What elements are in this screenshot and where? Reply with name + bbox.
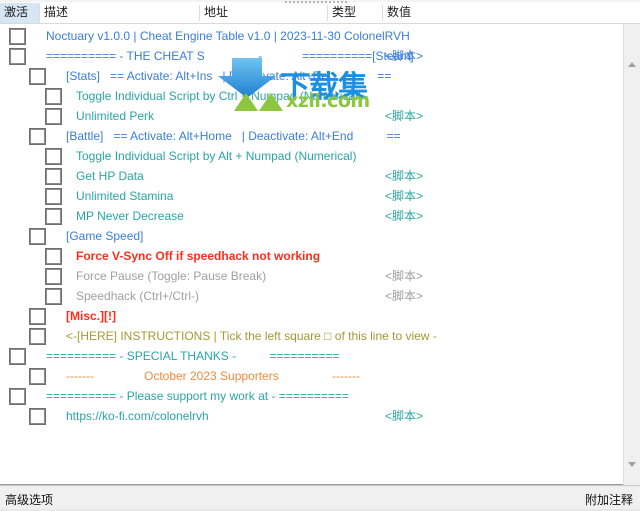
table-row[interactable]: Toggle Individual Script by Ctrl + Numpa… [0,86,615,106]
scrollbar-track[interactable] [624,73,640,456]
column-header-activate-label: 激活 [4,5,29,19]
status-bar: 高级选项 附加注释 [0,485,640,511]
extra-notes-label[interactable]: 附加注释 [585,491,633,508]
scroll-down-button[interactable] [624,456,640,473]
row-activate-checkbox[interactable] [30,409,45,424]
row-description: [Misc.][!] [66,309,116,323]
row-activate-checkbox[interactable] [46,209,61,224]
table-row[interactable]: [Battle] == Activate: Alt+Home | Deactiv… [0,126,615,146]
row-activate-checkbox[interactable] [46,189,61,204]
row-activate-checkbox[interactable] [46,249,61,264]
column-header-value[interactable]: 数值 [383,3,613,23]
table-row[interactable]: ========== - SPECIAL THANKS - ========== [0,346,615,366]
scroll-up-arrow-icon [628,62,636,67]
table-row[interactable]: Toggle Individual Script by Alt + Numpad… [0,146,615,166]
row-description: Noctuary v1.0.0 | Cheat Engine Table v1.… [46,29,410,43]
advanced-options-label[interactable]: 高级选项 [5,491,53,508]
row-description: Unlimited Perk [76,109,155,123]
table-row[interactable]: Force Pause (Toggle: Pause Break) <脚本> [0,266,615,286]
row-description: Toggle Individual Script by Alt + Numpad… [76,149,357,163]
table-row[interactable]: ========== - Please support my work at -… [0,386,615,406]
scroll-down-arrow-icon [628,462,636,467]
table-row[interactable]: Force V-Sync Off if speedhack not workin… [0,246,615,266]
row-type: <脚本> [385,209,424,223]
row-description: [Battle] == Activate: Alt+Home | Deactiv… [66,129,401,143]
row-activate-checkbox[interactable] [46,269,61,284]
table-row[interactable]: [Stats] == Activate: Alt+Ins | Deactivat… [0,66,615,86]
row-type: <脚本> [385,269,424,283]
row-description: Toggle Individual Script by Ctrl + Numpa… [76,89,362,103]
column-header-type-label: 类型 [332,5,357,19]
table-row[interactable]: MP Never Decrease <脚本> [0,206,615,226]
row-type: <脚本> [385,109,424,123]
table-row[interactable]: ------- October 2023 Supporters ------- [0,366,615,386]
row-type: <脚本> [385,289,424,303]
scroll-up-button[interactable] [624,56,640,73]
row-activate-checkbox[interactable] [30,329,45,344]
table-row[interactable]: Get HP Data <脚本> [0,166,615,186]
row-activate-checkbox[interactable] [30,129,45,144]
column-header-description-label: 描述 [44,5,69,19]
row-description: ========== - THE CHEAT S - ==========[St… [46,49,414,63]
table-row[interactable]: Unlimited Perk <脚本> [0,106,615,126]
row-description: Force V-Sync Off if speedhack not workin… [76,249,321,263]
row-description: Get HP Data [76,169,144,183]
column-header-bar: 激活 描述 地址 类型 数值 [0,0,640,24]
row-activate-checkbox[interactable] [10,349,25,364]
row-activate-checkbox[interactable] [30,369,45,384]
row-description: ------- October 2023 Supporters ------- [66,369,361,383]
row-type: <脚本> [385,49,424,63]
cheat-engine-table-window: 激活 描述 地址 类型 数值 Noctuary v1.0.0 | Cheat E… [0,0,640,511]
row-activate-checkbox[interactable] [10,49,25,64]
table-row[interactable]: [Game Speed] [0,226,615,246]
row-activate-checkbox[interactable] [46,109,61,124]
row-type: <脚本> [385,409,424,423]
table-row[interactable]: Unlimited Stamina <脚本> [0,186,615,206]
row-description: Force Pause (Toggle: Pause Break) [76,269,267,283]
row-activate-checkbox[interactable] [46,89,61,104]
row-activate-checkbox[interactable] [10,389,25,404]
table-row[interactable]: https://ko-fi.com/colonelrvh <脚本> [0,406,615,426]
row-description: ========== - Please support my work at -… [46,389,349,403]
row-description: [Game Speed] [66,229,144,243]
row-type: <脚本> [385,169,424,183]
table-row[interactable]: [Misc.][!] [0,306,615,326]
row-activate-checkbox[interactable] [46,289,61,304]
vertical-scrollbar[interactable] [623,24,640,485]
table-row[interactable]: ========== - THE CHEAT S - ==========[St… [0,46,615,66]
column-header-description[interactable]: 描述 [40,3,200,23]
row-activate-checkbox[interactable] [46,169,61,184]
row-activate-checkbox[interactable] [30,69,45,84]
column-header-address-label: 地址 [204,5,229,19]
row-description: ========== - SPECIAL THANKS - ========== [46,349,340,363]
row-description: <-[HERE] INSTRUCTIONS | Tick the left sq… [66,329,437,343]
table-row[interactable]: Speedhack (Ctrl+/Ctrl-) <脚本> [0,286,615,306]
table-row[interactable]: Noctuary v1.0.0 | Cheat Engine Table v1.… [0,26,615,46]
column-header-address[interactable]: 地址 [200,3,328,23]
row-type: <脚本> [385,189,424,203]
row-description: MP Never Decrease [76,209,184,223]
row-description: Unlimited Stamina [76,189,174,203]
row-activate-checkbox[interactable] [46,149,61,164]
column-header-type[interactable]: 类型 [328,3,383,23]
table-row[interactable]: <-[HERE] INSTRUCTIONS | Tick the left sq… [0,326,615,346]
row-description: https://ko-fi.com/colonelrvh [66,409,209,423]
cheat-entry-list[interactable]: Noctuary v1.0.0 | Cheat Engine Table v1.… [0,24,640,485]
row-activate-checkbox[interactable] [30,309,45,324]
row-description: [Stats] == Activate: Alt+Ins | Deactivat… [66,69,392,83]
column-header-activate[interactable]: 激活 [0,3,40,23]
row-activate-checkbox[interactable] [30,229,45,244]
row-description: Speedhack (Ctrl+/Ctrl-) [76,289,200,303]
row-activate-checkbox[interactable] [10,29,25,44]
column-header-value-label: 数值 [387,5,412,19]
